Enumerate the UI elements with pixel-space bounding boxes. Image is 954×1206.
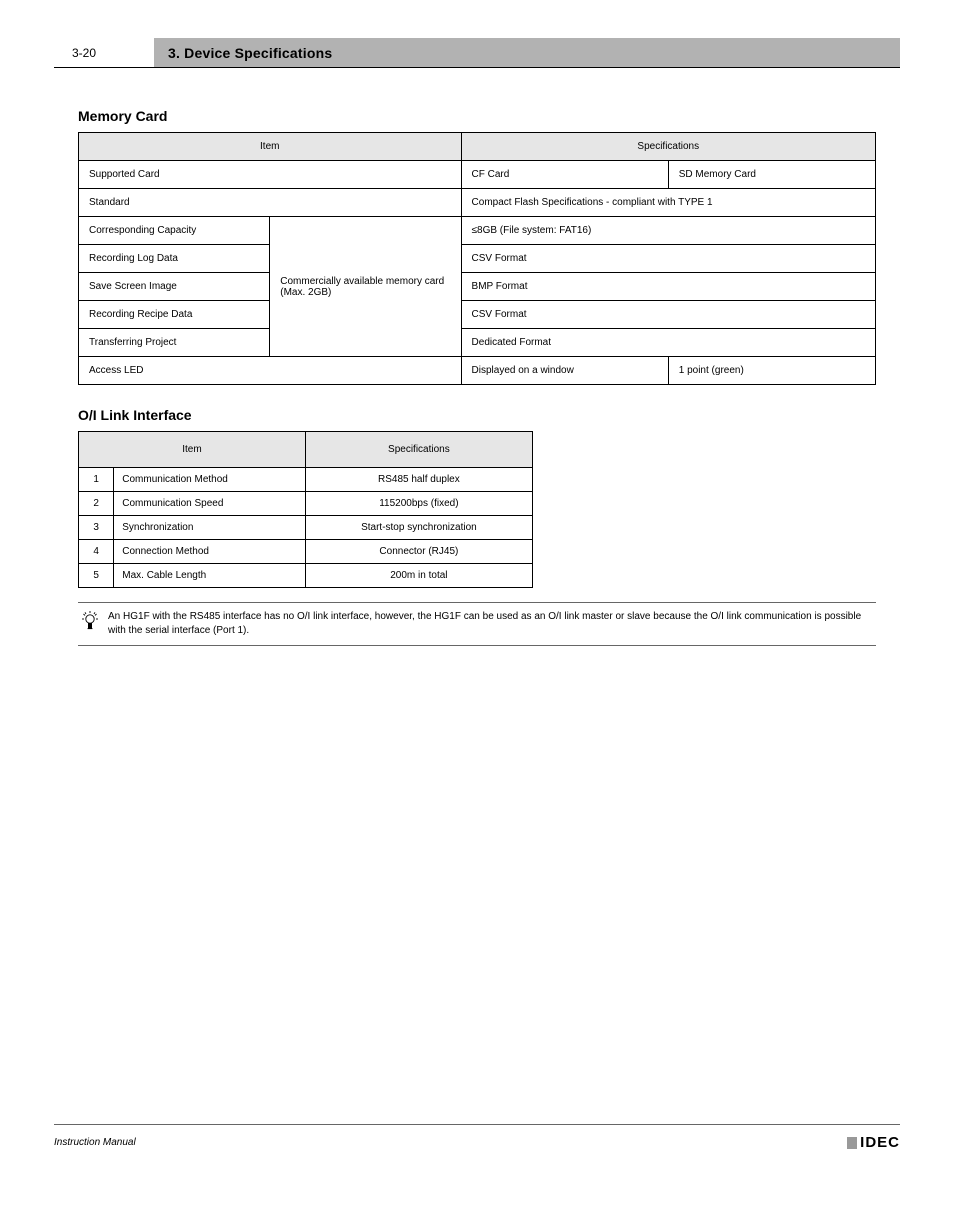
cell-label: Supported Card (79, 161, 462, 189)
cell-label: Communication Method (114, 468, 306, 492)
table-header-item: Item (79, 133, 462, 161)
logo-text: IDEC (860, 1134, 900, 1151)
cell-index: 3 (79, 516, 114, 540)
cell-value: ≤8GB (File system: FAT16) (461, 217, 875, 245)
cell-value: Connector (RJ45) (305, 540, 532, 564)
cell-value: SD Memory Card (668, 161, 875, 189)
cell-index: 5 (79, 564, 114, 588)
cell-index: 1 (79, 468, 114, 492)
table-row: 5 Max. Cable Length 200m in total (79, 564, 533, 588)
table-row: Standard Compact Flash Specifications - … (79, 189, 876, 217)
cell-value: Displayed on a window (461, 357, 668, 385)
cell-label: Connection Method (114, 540, 306, 564)
logo-square-icon (847, 1137, 857, 1149)
cell-value: Compact Flash Specifications - compliant… (461, 189, 875, 217)
cell-value: RS485 half duplex (305, 468, 532, 492)
cell-value: CSV Format (461, 245, 875, 273)
cell-label: Recording Recipe Data (79, 301, 270, 329)
cell-index: 2 (79, 492, 114, 516)
cell-label: Corresponding Capacity (79, 217, 270, 245)
note-text: An HG1F with the RS485 interface has no … (102, 610, 876, 637)
cell-value: Dedicated Format (461, 329, 875, 357)
cell-label: Max. Cable Length (114, 564, 306, 588)
cell-group-value: Commercially available memory card (Max.… (270, 217, 461, 357)
cell-label: Recording Log Data (79, 245, 270, 273)
lightbulb-icon (78, 610, 102, 633)
table-row: Recording Log Data CSV Format (79, 245, 876, 273)
table-row: 4 Connection Method Connector (RJ45) (79, 540, 533, 564)
oilink-table: Item Specifications 1 Communication Meth… (78, 431, 533, 588)
table-header-spec: Specifications (461, 133, 875, 161)
table-row: 2 Communication Speed 115200bps (fixed) (79, 492, 533, 516)
footer-doc-title: Instruction Manual (54, 1137, 136, 1148)
memory-card-table: Item Specifications Supported Card CF Ca… (78, 132, 876, 385)
cell-label: Transferring Project (79, 329, 270, 357)
cell-value: Start-stop synchronization (305, 516, 532, 540)
note-block: An HG1F with the RS485 interface has no … (78, 602, 876, 646)
cell-label: Communication Speed (114, 492, 306, 516)
table-row: 3 Synchronization Start-stop synchroniza… (79, 516, 533, 540)
table-row: Access LED Displayed on a window 1 point… (79, 357, 876, 385)
chapter-title: 3. Device Specifications (154, 38, 900, 67)
table-header-item: Item (79, 432, 306, 468)
table-row: Corresponding Capacity Commercially avai… (79, 217, 876, 245)
cell-value: CSV Format (461, 301, 875, 329)
table-row: Transferring Project Dedicated Format (79, 329, 876, 357)
cell-label: Access LED (79, 357, 462, 385)
page-number: 3-20 (54, 38, 154, 67)
table-row: 1 Communication Method RS485 half duplex (79, 468, 533, 492)
cell-label: Synchronization (114, 516, 306, 540)
cell-value: 115200bps (fixed) (305, 492, 532, 516)
cell-label: Standard (79, 189, 462, 217)
footer-logo: IDEC (847, 1134, 900, 1151)
table-header-spec: Specifications (305, 432, 532, 468)
section-memory-card-title: Memory Card (78, 108, 876, 124)
cell-value: 200m in total (305, 564, 532, 588)
cell-index: 4 (79, 540, 114, 564)
section-oilink-title: O/I Link Interface (78, 407, 876, 423)
table-row: Save Screen Image BMP Format (79, 273, 876, 301)
table-row: Recording Recipe Data CSV Format (79, 301, 876, 329)
cell-value: CF Card (461, 161, 668, 189)
cell-value: BMP Format (461, 273, 875, 301)
cell-value: 1 point (green) (668, 357, 875, 385)
cell-label: Save Screen Image (79, 273, 270, 301)
table-row: Supported Card CF Card SD Memory Card (79, 161, 876, 189)
